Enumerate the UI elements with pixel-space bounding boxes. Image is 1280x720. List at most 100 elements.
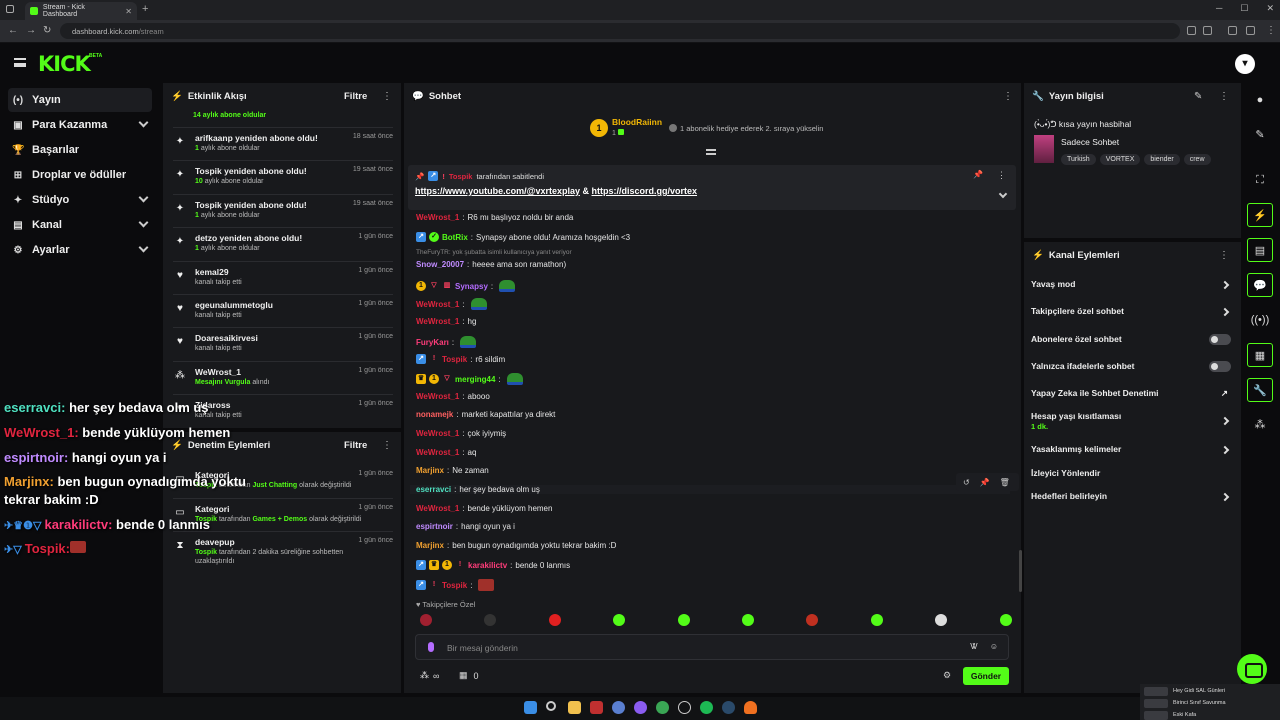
emote-icon[interactable] bbox=[420, 614, 432, 626]
toggle-switch[interactable] bbox=[1209, 334, 1231, 345]
chat-username[interactable]: Synapsy bbox=[455, 282, 488, 291]
activity-item[interactable]: ♥ egeunalummetoglu kanalı takip etti 1 gün … bbox=[173, 294, 393, 327]
sidebar-item-3[interactable]: ⊞ Droplar ve ödüller bbox=[8, 163, 152, 187]
notification-line[interactable]: Hey Gidi SAL Günleri bbox=[1173, 688, 1225, 694]
new-tab-icon[interactable]: + bbox=[142, 3, 148, 15]
pinned-link-discord[interactable]: https://discord.gg/vortex bbox=[592, 186, 698, 196]
chat-username[interactable]: Snow_20007 bbox=[416, 260, 464, 269]
chat-username[interactable]: WeWrost_1 bbox=[416, 504, 459, 513]
sidebar-item-6[interactable]: ⚙ Ayarlar bbox=[8, 238, 152, 262]
support-chat-button[interactable] bbox=[1237, 654, 1267, 684]
discord-icon[interactable] bbox=[634, 701, 647, 714]
spotify-icon[interactable] bbox=[700, 701, 713, 714]
channel-action-row[interactable]: Hedefleri belirleyin bbox=[1031, 491, 1231, 513]
channel-action-row[interactable]: Takipçilere özel sohbet bbox=[1031, 306, 1231, 328]
activity-item[interactable]: ✦ Tospik yeniden abone oldu! 1 aylık abone… bbox=[173, 193, 393, 227]
activity-item[interactable]: ✦ Tospik yeniden abone oldu! 10 aylık abon… bbox=[173, 160, 393, 193]
activity-item[interactable]: ✦ arifkaanp yeniden abone oldu! 1 aylık ab… bbox=[173, 127, 393, 160]
channel-action-row[interactable]: Yasaklanmış kelimeler bbox=[1031, 444, 1231, 466]
channel-action-row[interactable]: Yavaş mod bbox=[1031, 279, 1231, 301]
chat-username[interactable]: FuryKarı bbox=[416, 338, 449, 347]
chat-username[interactable]: espirtnoir bbox=[416, 522, 453, 531]
stream-tag[interactable]: biender bbox=[1144, 154, 1180, 165]
downloads-icon[interactable] bbox=[1203, 26, 1212, 35]
channel-action-row[interactable]: Hesap yaşı kısıtlaması 1 dk. bbox=[1031, 411, 1231, 433]
sidebar-item-1[interactable]: ▣ Para Kazanma bbox=[8, 113, 152, 137]
emoji-icon[interactable]: ☺ bbox=[990, 642, 998, 651]
flame-icon[interactable] bbox=[744, 701, 757, 714]
forward-icon[interactable]: → bbox=[26, 25, 36, 36]
chat-settings-icon[interactable]: ⚙ bbox=[943, 670, 951, 681]
emote-icon[interactable] bbox=[870, 614, 883, 626]
stream-info-toggle-icon[interactable]: ▦ bbox=[1247, 343, 1273, 367]
chat-username[interactable]: Marjinx bbox=[416, 541, 444, 550]
fullscreen-icon[interactable]: ⛶ bbox=[1247, 168, 1273, 192]
stream-tag[interactable]: crew bbox=[1183, 154, 1211, 165]
emote-icon[interactable] bbox=[742, 614, 754, 626]
expand-pinned-icon[interactable] bbox=[998, 189, 1008, 199]
reply-icon[interactable]: ↺ bbox=[963, 478, 970, 487]
chevron-down-icon[interactable] bbox=[138, 117, 149, 128]
channel-actions-more-icon[interactable]: ⋮ bbox=[1219, 250, 1229, 261]
chat-username[interactable]: BotRix bbox=[442, 233, 468, 242]
chat-username[interactable]: WeWrost_1 bbox=[416, 448, 459, 457]
pin-icon[interactable]: 📌 bbox=[980, 478, 990, 487]
chevron-down-icon[interactable] bbox=[138, 192, 149, 203]
search-icon[interactable] bbox=[546, 701, 556, 711]
chat-username[interactable]: eserravci bbox=[416, 485, 451, 494]
channel-points[interactable]: ⁂ ∞ bbox=[420, 670, 439, 681]
emote-icon[interactable] bbox=[613, 614, 626, 626]
pinned-more-icon[interactable]: ⋮ bbox=[997, 170, 1006, 181]
translate-icon[interactable]: Ꮤ bbox=[970, 642, 978, 652]
collapse-handle-icon[interactable] bbox=[706, 149, 716, 155]
edit-stream-icon[interactable]: ✎ bbox=[1194, 91, 1202, 102]
emote-icon[interactable] bbox=[935, 614, 948, 626]
pinned-link-youtube[interactable]: https://www.youtube.com/@vxrtexplay bbox=[415, 186, 580, 196]
chat-more-icon[interactable]: ⋮ bbox=[1003, 91, 1013, 102]
avatar[interactable]: ▾ bbox=[1235, 54, 1255, 74]
moderation-toggle-icon[interactable]: ▤ bbox=[1247, 238, 1273, 262]
app-icon[interactable] bbox=[590, 701, 603, 714]
sidebar-item-5[interactable]: ▤ Kanal bbox=[8, 213, 152, 237]
chat-username[interactable]: WeWrost_1 bbox=[416, 213, 459, 222]
menu-icon[interactable] bbox=[14, 58, 26, 67]
activity-toggle-icon[interactable]: ⚡ bbox=[1247, 203, 1273, 227]
stream-info-more-icon[interactable]: ⋮ bbox=[1219, 91, 1229, 102]
stream-tag[interactable]: VORTEX bbox=[1099, 154, 1141, 165]
chat-username[interactable]: karakilictv bbox=[468, 561, 507, 570]
chat-username[interactable]: Tospik bbox=[442, 581, 467, 590]
chat-toggle-icon[interactable]: 💬 bbox=[1247, 273, 1273, 297]
extension-icon[interactable] bbox=[1187, 26, 1196, 35]
browser-tab[interactable]: Stream - Kick Dashboard ✕ bbox=[25, 2, 137, 20]
delete-icon[interactable]: 🗑 bbox=[1000, 478, 1010, 487]
chat-username[interactable]: WeWrost_1 bbox=[416, 429, 459, 438]
chevron-down-icon[interactable] bbox=[138, 242, 149, 253]
points-icon[interactable]: ⁂ bbox=[1247, 413, 1273, 437]
chat-username[interactable]: WeWrost_1 bbox=[416, 317, 459, 326]
browser-menu-icon[interactable]: ⋮ bbox=[1266, 25, 1276, 36]
gift-leader-name[interactable]: BloodRaiinn bbox=[612, 117, 662, 127]
app-icon[interactable] bbox=[612, 701, 625, 714]
channel-action-row[interactable]: İzleyici Yönlendir bbox=[1031, 468, 1231, 490]
tab-search-icon[interactable] bbox=[6, 5, 14, 13]
notification-line[interactable]: Birinci Sınıf Savunma bbox=[1173, 700, 1226, 706]
reading-list-icon[interactable] bbox=[1228, 26, 1237, 35]
chrome-icon[interactable] bbox=[656, 701, 669, 714]
moderation-filter-button[interactable]: Filtre bbox=[344, 440, 367, 451]
sidebar-item-4[interactable]: ✦ Stüdyo bbox=[8, 188, 152, 212]
close-tab-icon[interactable]: ✕ bbox=[125, 7, 132, 16]
app-icon[interactable] bbox=[678, 701, 691, 714]
activity-item[interactable]: ♥ kemal29 kanalı takip etti 1 gün önce bbox=[173, 260, 393, 294]
moderation-more-icon[interactable]: ⋮ bbox=[382, 440, 392, 451]
steam-icon[interactable] bbox=[722, 701, 735, 714]
stream-tag[interactable]: Turkish bbox=[1061, 154, 1096, 165]
chat-username[interactable]: nonamejk bbox=[416, 410, 453, 419]
wrench-toggle-icon[interactable]: 🔧 bbox=[1247, 378, 1273, 402]
activity-item[interactable]: ✦ detzo yeniden abone oldu! 1 aylık abone … bbox=[173, 227, 393, 260]
chat-username[interactable]: Marjinx bbox=[416, 466, 444, 475]
emote-icon[interactable] bbox=[806, 614, 819, 626]
emote-icon[interactable] bbox=[484, 614, 497, 626]
sidebar-item-0[interactable]: (•) Yayın bbox=[8, 88, 152, 112]
reload-icon[interactable]: ↻ bbox=[43, 25, 51, 36]
microphone-icon[interactable] bbox=[428, 642, 434, 652]
